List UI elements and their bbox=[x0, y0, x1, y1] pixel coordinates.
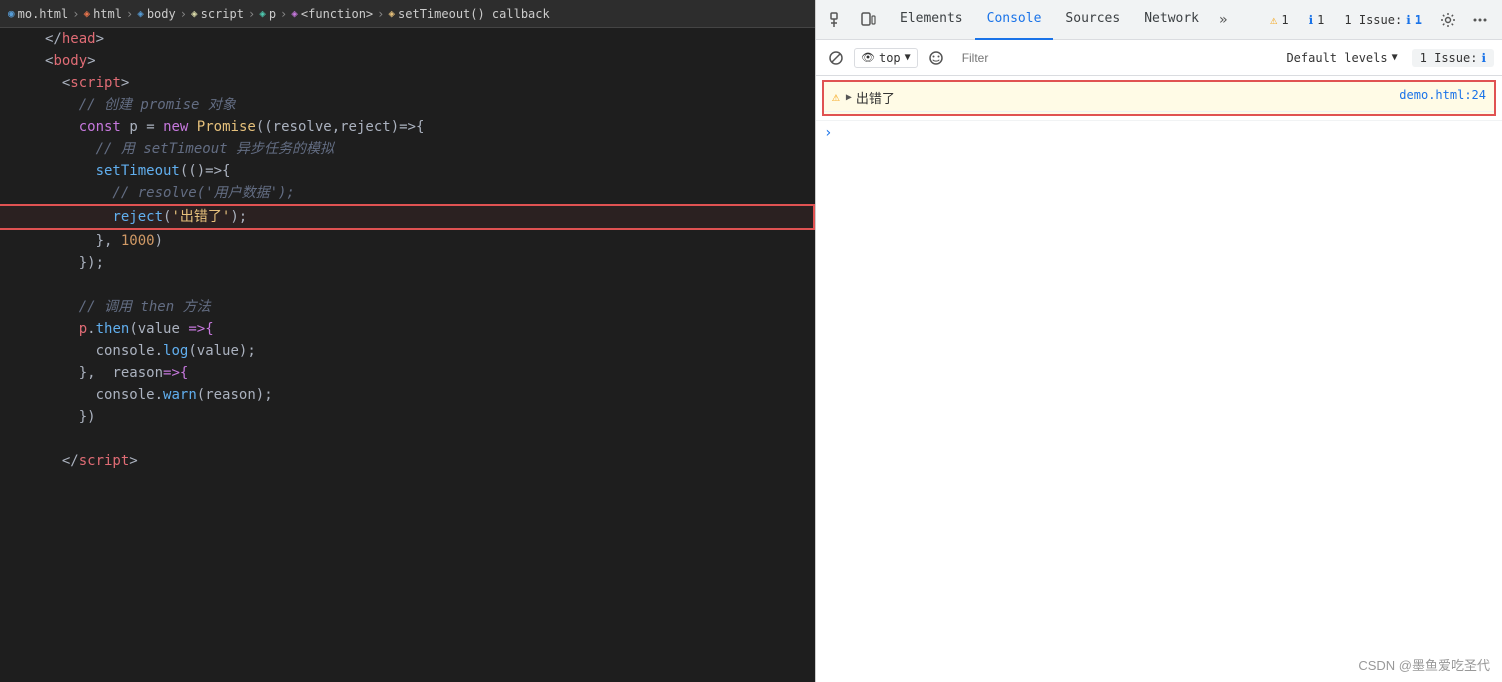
code-line: // 用 setTimeout 异步任务的模拟 bbox=[0, 138, 815, 160]
code-line: }, reason=>{ bbox=[0, 362, 815, 384]
code-line: }, 1000) bbox=[0, 230, 815, 252]
breadcrumb: ◉ mo.html › ◈ html › ◈ body › ◈ script ›… bbox=[0, 0, 815, 28]
tab-elements[interactable]: Elements bbox=[888, 0, 975, 40]
warning-count-badge[interactable]: ⚠ 1 bbox=[1262, 10, 1296, 30]
code-line: p.then(value =>{ bbox=[0, 318, 815, 340]
file-icon: ◉ bbox=[8, 7, 15, 20]
watermark: CSDN @墨鱼爱吃圣代 bbox=[1358, 655, 1490, 674]
tab-sources[interactable]: Sources bbox=[1053, 0, 1132, 40]
devtools-tabs: Elements Console Sources Network » bbox=[888, 0, 1260, 40]
tab-network[interactable]: Network bbox=[1132, 0, 1211, 40]
code-area: </head> <body> <script> // 创建 promise 对象… bbox=[0, 28, 815, 682]
issues-badge[interactable]: 1 Issue: ℹ 1 bbox=[1336, 10, 1430, 30]
console-messages-area: ⚠ ▶ 出错了 demo.html:24 › bbox=[816, 76, 1502, 682]
eye-dropdown-icon: ▼ bbox=[905, 52, 911, 63]
prompt-chevron-icon: › bbox=[824, 125, 832, 141]
console-prompt-line: › bbox=[816, 120, 1502, 145]
code-line bbox=[0, 428, 815, 450]
html-icon: ◈ bbox=[83, 7, 90, 20]
inspect-icon-button[interactable] bbox=[824, 6, 852, 34]
func-icon: ◈ bbox=[291, 7, 298, 20]
clear-console-button[interactable] bbox=[824, 46, 848, 70]
code-line: </head> bbox=[0, 28, 815, 50]
issues-info-icon-console: ℹ bbox=[1481, 51, 1486, 65]
code-line: // 调用 then 方法 bbox=[0, 296, 815, 318]
info-count-badge[interactable]: ℹ 1 bbox=[1301, 10, 1333, 30]
body-icon: ◈ bbox=[137, 7, 144, 20]
code-line: </script> bbox=[0, 450, 815, 472]
code-line: <body> bbox=[0, 50, 815, 72]
info-icon: ℹ bbox=[1309, 13, 1314, 27]
p-icon: ◈ bbox=[259, 7, 266, 20]
warning-icon: ⚠ bbox=[1270, 13, 1277, 27]
expand-arrow[interactable]: ▶ bbox=[846, 92, 852, 103]
more-options-icon-button[interactable] bbox=[1466, 6, 1494, 34]
context-selector[interactable]: 👁 top ▼ bbox=[854, 48, 918, 68]
code-line-highlighted: reject('出错了'); bbox=[0, 204, 815, 230]
breadcrumb-function: ◈ <function> bbox=[291, 7, 373, 21]
code-editor: ◉ mo.html › ◈ html › ◈ body › ◈ script ›… bbox=[0, 0, 815, 682]
device-mode-icon-button[interactable] bbox=[854, 6, 882, 34]
code-line: // 创建 promise 对象 bbox=[0, 94, 815, 116]
devtools-toolbar: Elements Console Sources Network » ⚠ 1 ℹ bbox=[816, 0, 1502, 40]
script-icon: ◈ bbox=[191, 7, 198, 20]
breadcrumb-html: ◈ html bbox=[83, 7, 122, 21]
cb-icon: ◈ bbox=[388, 7, 395, 20]
devtools-right-icons: ⚠ 1 ℹ 1 1 Issue: ℹ 1 bbox=[1262, 6, 1494, 34]
code-line: setTimeout(()=>{ bbox=[0, 160, 815, 182]
code-line: }) bbox=[0, 406, 815, 428]
settings-icon-button[interactable] bbox=[1434, 6, 1462, 34]
console-toolbar: 👁 top ▼ Default levels ▼ 1 Issue: ℹ bbox=[816, 40, 1502, 76]
default-levels-chevron-icon: ▼ bbox=[1392, 52, 1398, 63]
code-line: const p = new Promise((resolve,reject)=>… bbox=[0, 116, 815, 138]
code-line: }); bbox=[0, 252, 815, 274]
breadcrumb-body: ◈ body bbox=[137, 7, 176, 21]
default-levels-dropdown[interactable]: Default levels ▼ bbox=[1278, 49, 1405, 67]
code-line: <script> bbox=[0, 72, 815, 94]
message-source-link[interactable]: demo.html:24 bbox=[1399, 88, 1486, 102]
code-line: // resolve('用户数据'); bbox=[0, 182, 815, 204]
code-line: console.warn(reason); bbox=[0, 384, 815, 406]
code-line bbox=[0, 274, 815, 296]
breadcrumb-p: ◈ p bbox=[259, 7, 276, 21]
more-tabs-button[interactable]: » bbox=[1211, 0, 1235, 40]
message-content: ▶ 出错了 bbox=[846, 88, 1399, 107]
tab-console[interactable]: Console bbox=[975, 0, 1054, 40]
console-warn-message: ⚠ ▶ 出错了 demo.html:24 bbox=[824, 84, 1494, 112]
warn-icon: ⚠ bbox=[832, 90, 840, 105]
issues-info-icon: ℹ bbox=[1406, 13, 1411, 27]
code-line: console.log(value); bbox=[0, 340, 815, 362]
console-issues-badge[interactable]: 1 Issue: ℹ bbox=[1412, 49, 1494, 67]
breadcrumb-callback: ◈ setTimeout() callback bbox=[388, 7, 549, 21]
emoji-icon-button[interactable] bbox=[924, 46, 948, 70]
breadcrumb-script: ◈ script bbox=[191, 7, 244, 21]
breadcrumb-file: ◉ mo.html bbox=[8, 7, 68, 21]
eye-icon: 👁 bbox=[861, 51, 875, 64]
filter-input[interactable] bbox=[954, 49, 1273, 67]
warn-box: ⚠ ▶ 出错了 demo.html:24 bbox=[822, 80, 1496, 116]
devtools-panel: Elements Console Sources Network » ⚠ 1 ℹ bbox=[815, 0, 1502, 682]
